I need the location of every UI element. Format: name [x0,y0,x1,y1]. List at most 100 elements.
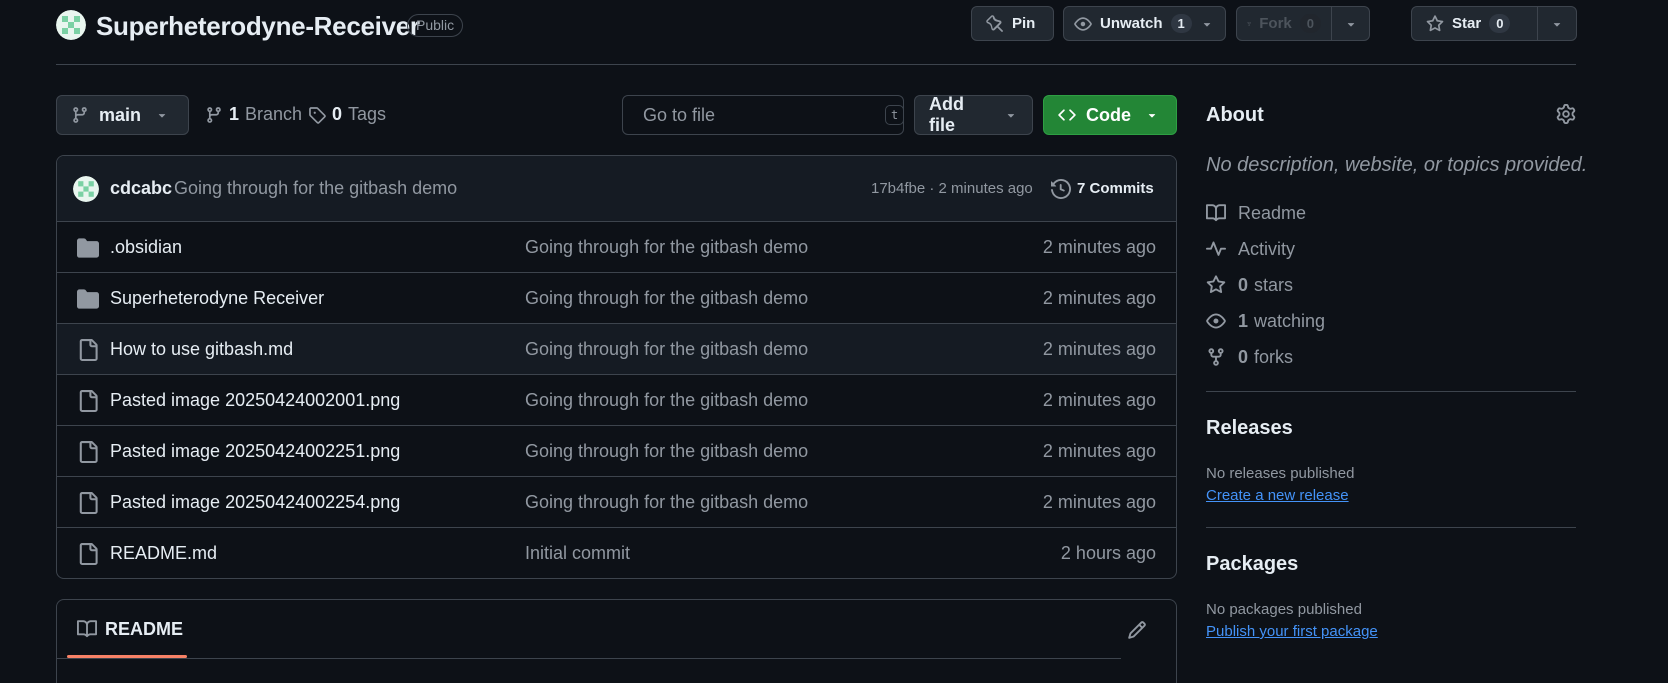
forks-link[interactable]: 0 forks [1206,345,1293,369]
file-row[interactable]: README.md Initial commit 2 hours ago [57,528,1176,578]
sidebar-divider [1206,527,1576,528]
branches-count: 1 [229,104,240,124]
caret-down-icon [158,114,166,118]
header-divider [56,64,1576,65]
file-commit-message[interactable]: Going through for the gitbash demo [525,441,808,462]
star-dropdown[interactable] [1536,7,1576,40]
fork-label: Fork [1259,15,1292,32]
releases-heading[interactable]: Releases [1206,417,1293,440]
publish-package-link[interactable]: Publish your first package [1206,623,1378,640]
repo-owner-avatar[interactable] [56,10,86,40]
fork-dropdown[interactable] [1331,7,1369,40]
gear-icon [1556,104,1576,124]
file-browser: cdcabc Going through for the gitbash dem… [56,155,1177,579]
go-to-file-search[interactable]: t [622,95,905,135]
tags-link[interactable]: 0 Tags [308,104,386,125]
code-label: Code [1086,104,1131,125]
commits-link[interactable]: 7 Commits [1051,178,1154,199]
file-commit-time: 2 minutes ago [1042,389,1156,410]
readme-link[interactable]: Readme [1206,201,1306,225]
file-name[interactable]: Pasted image 20250424002254.png [110,492,400,513]
file-name[interactable]: Pasted image 20250424002251.png [110,441,400,462]
fork-button[interactable]: Fork 0 [1236,6,1370,41]
pin-button[interactable]: Pin [971,6,1054,41]
file-row[interactable]: How to use gitbash.md Going through for t… [57,324,1176,375]
about-settings-button[interactable] [1556,104,1576,124]
activity-link-label: Activity [1238,238,1296,259]
stars-link[interactable]: 0 stars [1206,273,1293,297]
pulse-icon [1206,241,1226,256]
packages-heading[interactable]: Packages [1206,553,1298,576]
branch-name: main [99,104,142,125]
file-row[interactable]: Superheterodyne Receiver Going through fo… [57,273,1176,324]
file-name[interactable]: Superheterodyne Receiver [110,288,324,309]
file-row[interactable]: Pasted image 20250424002001.png Going thr… [57,375,1176,426]
file-commit-message[interactable]: Going through for the gitbash demo [525,339,808,360]
branch-selector[interactable]: main [56,95,189,135]
star-icon [1206,275,1226,294]
file-icon [77,339,99,361]
file-icon [77,543,99,565]
file-commit-time: 2 minutes ago [1042,440,1156,461]
repo-name[interactable]: Superheterodyne-Receiver [96,10,420,42]
file-name[interactable]: How to use gitbash.md [110,339,293,360]
latest-commit-bar: cdcabc Going through for the gitbash dem… [57,156,1176,222]
watching-label: watching [1254,310,1326,331]
pin-icon [986,14,1003,32]
caret-down-icon [1203,22,1210,27]
go-to-file-input[interactable] [643,104,875,126]
file-name[interactable]: .obsidian [110,237,182,258]
file-row[interactable]: Pasted image 20250424002254.png Going thr… [57,477,1176,528]
unwatch-button[interactable]: Unwatch 1 [1063,6,1226,41]
star-count: 0 [1489,14,1511,33]
branches-link[interactable]: 1 Branch [205,104,302,125]
watching-link[interactable]: 1 watching [1206,309,1325,333]
file-icon [77,492,99,514]
readme-link-label: Readme [1238,202,1307,223]
star-button[interactable]: Star 0 [1411,6,1577,41]
code-button[interactable]: Code [1043,95,1177,135]
file-commit-time: 2 minutes ago [1042,338,1156,359]
file-icon [77,441,99,463]
create-release-link[interactable]: Create a new release [1206,487,1349,504]
file-commit-time: 2 minutes ago [1042,491,1156,512]
author-avatar[interactable] [73,176,99,202]
unwatch-label: Unwatch [1100,15,1163,32]
add-file-button[interactable]: Add file [914,94,1033,135]
caret-down-icon [1148,114,1156,118]
book-icon [1206,204,1226,222]
code-icon [1058,109,1076,121]
add-file-label: Add file [929,94,964,135]
file-name[interactable]: README.md [110,543,217,564]
file-row[interactable]: .obsidian Going through for the gitbash d… [57,222,1176,273]
watch-count: 1 [1170,14,1192,33]
file-name[interactable]: Pasted image 20250424002001.png [110,390,400,411]
commit-message[interactable]: Going through for the gitbash demo [174,178,457,199]
edit-readme-button[interactable] [1127,620,1147,640]
file-row[interactable]: Pasted image 20250424002251.png Going thr… [57,426,1176,477]
branches-label: Branch [245,104,303,124]
pencil-icon [1128,621,1146,639]
fork-icon [1208,348,1224,366]
releases-empty-text: No releases published [1206,465,1355,482]
readme-tab[interactable]: README [67,600,193,658]
file-icon [77,390,99,412]
file-commit-message[interactable]: Initial commit [525,543,630,564]
stars-label: stars [1254,274,1294,295]
commit-meta[interactable]: 17b4fbe · 2 minutes ago [871,180,1033,197]
file-commit-message[interactable]: Going through for the gitbash demo [525,492,808,513]
folder-icon [77,237,99,259]
activity-link[interactable]: Activity [1206,237,1295,261]
file-commit-message[interactable]: Going through for the gitbash demo [525,288,808,309]
fork-icon [1247,21,1251,26]
sidebar-divider [1206,391,1576,392]
readme-divider [57,658,1121,659]
file-commit-message[interactable]: Going through for the gitbash demo [525,390,808,411]
file-commit-time: 2 minutes ago [1042,236,1156,257]
forks-label: forks [1254,346,1294,367]
star-icon [1426,14,1444,31]
file-commit-message[interactable]: Going through for the gitbash demo [525,237,808,258]
pin-label: Pin [1012,15,1036,32]
commit-author[interactable]: cdcabc [110,178,172,199]
branch-icon [73,107,87,123]
